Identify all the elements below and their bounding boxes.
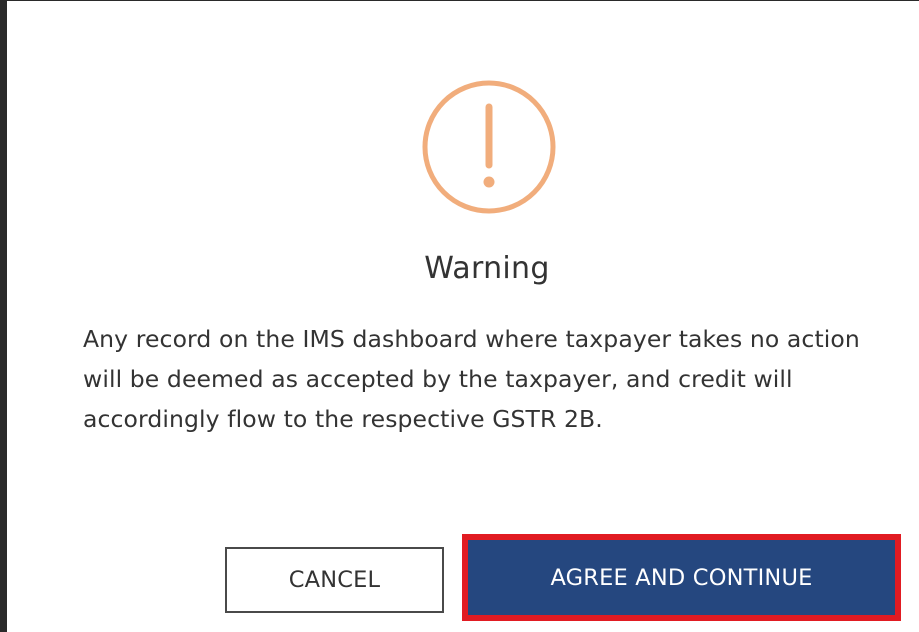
dialog-title: Warning [424,251,550,286]
cancel-button[interactable]: CANCEL [225,547,444,613]
dialog-message: Any record on the IMS dashboard where ta… [83,325,860,433]
exclamation-circle-icon [419,77,559,217]
warning-dialog: Warning Any record on the IMS dashboard … [7,1,919,632]
agree-and-continue-button[interactable]: AGREE AND CONTINUE [468,540,895,615]
